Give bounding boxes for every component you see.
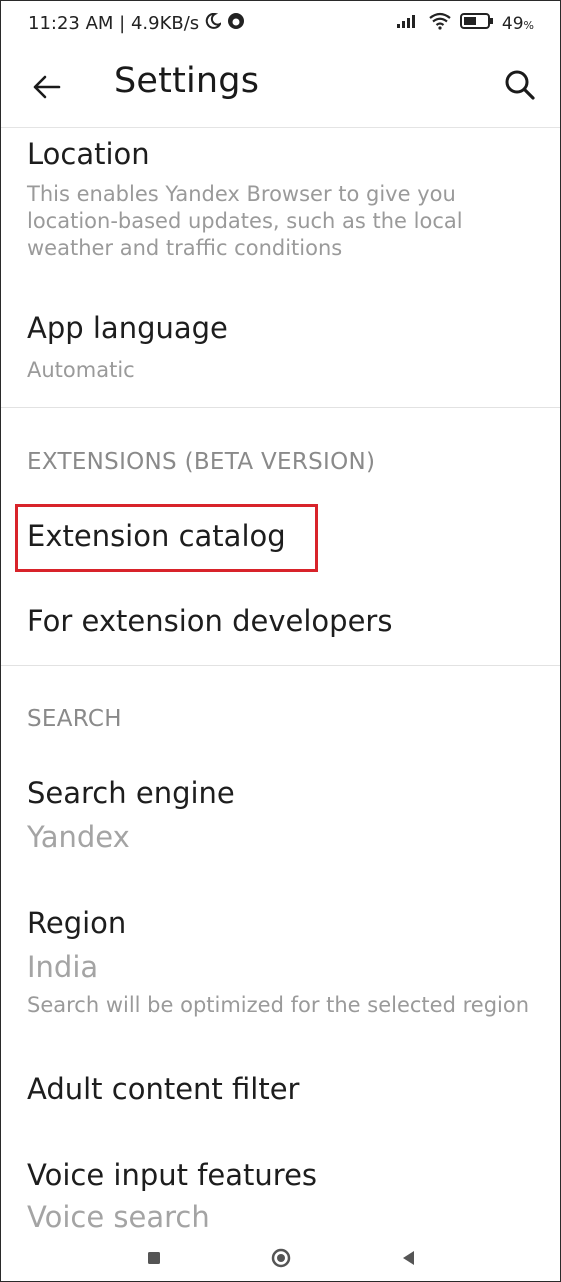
triangle-back-icon [403, 1251, 414, 1265]
search-icon [505, 70, 535, 100]
circle-icon [271, 1248, 291, 1268]
setting-voice-input[interactable]: Voice input features Voice search [27, 1158, 540, 1234]
highlight-box [15, 504, 318, 572]
setting-location-description: This enables Yandex Browser to give you … [27, 182, 463, 260]
setting-search-engine[interactable]: Search engine Yandex [27, 776, 540, 854]
setting-region[interactable]: Region India Search will be optimized fo… [27, 906, 540, 1019]
setting-adult-content-filter[interactable]: Adult content filter [27, 1072, 540, 1106]
arrow-left-icon [33, 75, 61, 99]
wifi-icon [428, 12, 452, 35]
back-button[interactable] [29, 69, 65, 105]
setting-app-language-title: App language [27, 311, 228, 345]
setting-extension-developers[interactable]: For extension developers [27, 604, 540, 638]
recents-button[interactable] [141, 1245, 167, 1271]
section-header-extensions: EXTENSIONS (BETA VERSION) [27, 449, 376, 475]
signal-icon [396, 13, 420, 34]
battery-icon [459, 12, 494, 35]
moon-icon [205, 12, 223, 34]
setting-voice-input-title: Voice input features [27, 1158, 318, 1192]
setting-search-engine-value: Yandex [27, 820, 130, 854]
divider [1, 407, 560, 408]
back-nav-button[interactable] [395, 1245, 421, 1271]
battery-percent: 49% [502, 14, 534, 34]
status-left: 11:23 AM | 4.9KB/s [28, 12, 245, 35]
battery-percent-sign: % [523, 18, 534, 32]
divider [1, 665, 560, 666]
section-header-search: SEARCH [27, 706, 122, 732]
app-notification-icon [227, 12, 245, 35]
battery-value: 49 [501, 13, 524, 34]
setting-region-title: Region [27, 906, 127, 940]
system-nav-bar [1, 1235, 560, 1281]
search-button[interactable] [500, 65, 540, 105]
page-title: Settings [114, 61, 260, 101]
status-right: 49% [396, 12, 534, 35]
setting-voice-input-value: Voice search [27, 1200, 210, 1234]
status-time-speed: 11:23 AM | 4.9KB/s [28, 13, 200, 34]
setting-region-description: Search will be optimized for the selecte… [27, 993, 530, 1017]
setting-app-language[interactable]: App language Automatic [27, 311, 540, 384]
setting-region-value: India [27, 950, 99, 984]
setting-location-title: Location [27, 137, 150, 171]
home-button[interactable] [268, 1245, 294, 1271]
setting-extension-developers-title: For extension developers [27, 604, 393, 638]
screen: 11:23 AM | 4.9KB/s 49% Settings Location… [0, 0, 561, 1282]
app-header: Settings [1, 45, 560, 128]
setting-search-engine-title: Search engine [27, 776, 235, 810]
square-icon [148, 1252, 160, 1264]
setting-location[interactable]: Location This enables Yandex Browser to … [27, 137, 540, 262]
setting-app-language-value: Automatic [27, 358, 135, 382]
setting-adult-content-filter-title: Adult content filter [27, 1072, 300, 1106]
status-bar: 11:23 AM | 4.9KB/s 49% [1, 1, 560, 45]
